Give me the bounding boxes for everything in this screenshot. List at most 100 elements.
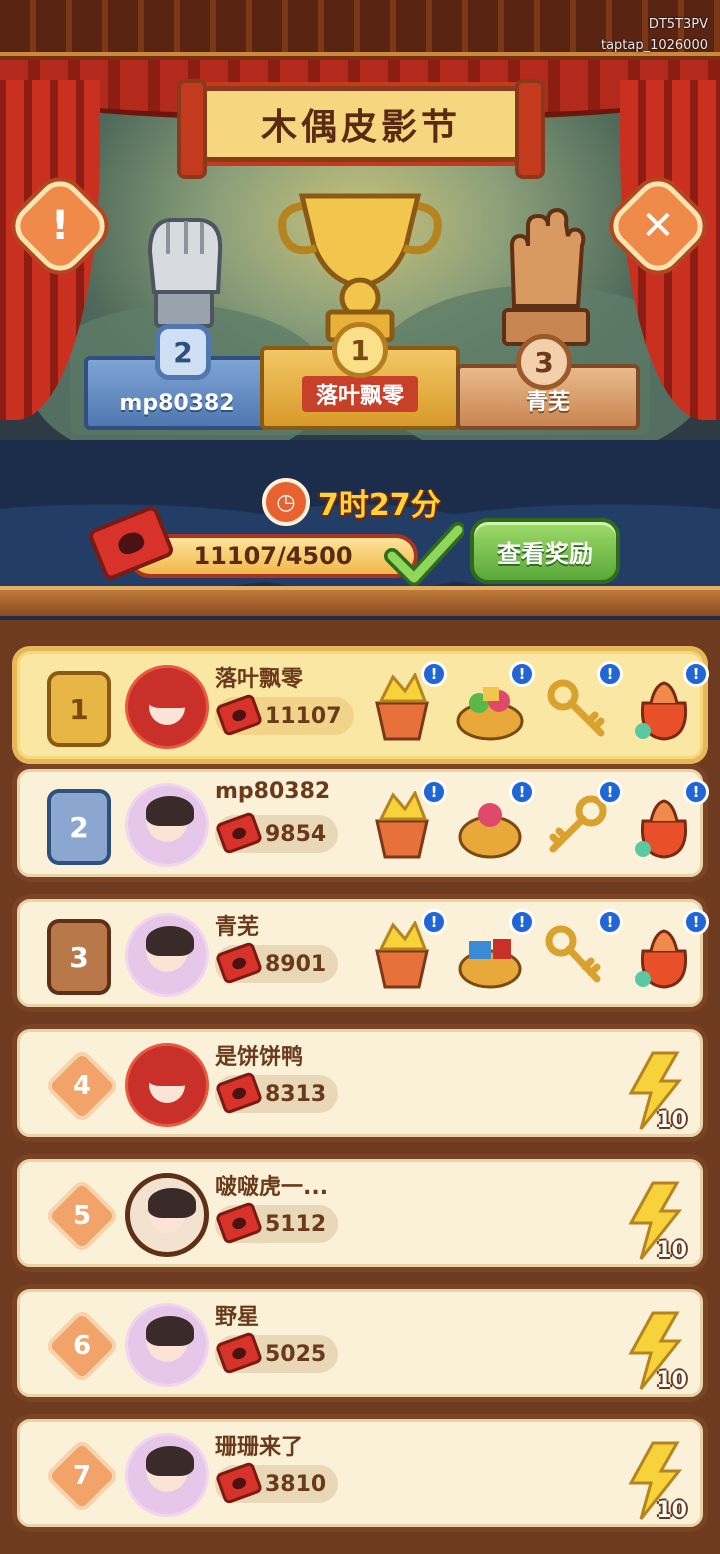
score-value: 5112 [265,1211,327,1237]
player-score: 3810 [214,1461,339,1505]
timer-text: 7时27分 [318,488,441,523]
info-pip-icon: ! [421,909,447,935]
leaderboard-row: 5 啵啵虎一... 5112 10 [12,1154,708,1272]
avatar[interactable] [125,1433,209,1517]
player-name: 珊珊来了 [215,1435,304,1460]
ticket-icon [214,811,264,855]
podium-second-rank: 2 [155,324,211,380]
event-timer: ◷ 7时27分 [262,478,441,526]
score-value: 8313 [265,1081,327,1107]
clock-icon: ◷ [262,478,310,526]
rank-badge: 7 [43,1437,121,1515]
checkmark-icon [384,522,464,586]
rank-badge: 6 [43,1307,121,1385]
podium-first-name: 落叶飘零 [301,376,418,412]
energy-count: 10 [656,1498,687,1523]
avatar[interactable] [125,783,209,867]
info-pip-icon: ! [597,779,623,805]
info-pip-icon: ! [597,661,623,687]
bronze-hand-trophy-icon [502,207,590,346]
info-pip-icon: ! [597,909,623,935]
player-name: 青芜 [215,915,260,940]
leaderboard-list[interactable]: 1 落叶飘零 11107 ! ! ! ! 2 mp80382 9854 ! ! … [0,620,720,1554]
title-banner: 木偶皮影节 [177,79,545,179]
avatar[interactable] [125,665,209,749]
progress-text: 11107/4500 [193,542,353,570]
leaderboard-row: 6 野星 5025 10 [12,1284,708,1402]
reward-key[interactable]: ! [543,661,623,743]
reward-lucky-bag[interactable]: ! [629,909,709,991]
player-name: 啵啵虎一... [215,1175,329,1200]
ticket-icon [214,1201,264,1245]
info-pip-icon: ! [421,779,447,805]
score-value: 9854 [265,821,327,847]
reward-energy-bucket[interactable]: ! [367,779,447,861]
reward-energy-bucket[interactable]: ! [367,661,447,743]
player-name: 野星 [215,1305,260,1330]
score-value: 3810 [265,1471,327,1497]
score-value: 8901 [265,951,327,977]
score-value: 11107 [265,703,342,729]
rank-number: 5 [72,1201,92,1231]
reward-key[interactable]: ! [543,909,623,991]
silver-fist-trophy-icon [147,218,223,328]
rank-badge: 3 [47,919,111,995]
ticket-progress-bar: 11107/4500 [128,534,418,578]
close-icon: ✕ [641,202,675,249]
reward-treasure-bowl[interactable]: ! [455,909,535,991]
energy-count: 10 [656,1238,687,1263]
energy-reward[interactable]: 10 [619,1311,687,1393]
player-score: 11107 [214,693,354,737]
reward-treasure-bowl[interactable]: ! [455,779,535,861]
info-pip-icon: ! [683,909,709,935]
reward-items: ! ! ! ! [357,907,709,1003]
stage-header: DT5T3PV taptap_1026000 木偶皮影节 ! ✕ mp80382… [0,0,720,620]
reward-items: ! ! ! ! [357,777,709,873]
podium-first-rank: 1 [332,322,388,378]
reward-lucky-bag[interactable]: ! [629,779,709,861]
exclamation-icon: ! [50,203,70,249]
reward-lucky-bag[interactable]: ! [629,661,709,743]
score-value: 5025 [265,1341,327,1367]
reward-key[interactable]: ! [543,779,623,861]
watermark: DT5T3PV taptap_1026000 [601,14,708,56]
stage-rail [0,586,720,616]
rank-badge: 4 [43,1047,121,1125]
reward-energy-bucket[interactable]: ! [367,909,447,991]
page-title: 木偶皮影节 [260,107,461,148]
avatar[interactable] [125,913,209,997]
view-rewards-button[interactable]: 查看奖励 [470,518,620,584]
rank-badge: 2 [47,789,111,865]
info-pip-icon: ! [421,661,447,687]
leaderboard-row: 3 青芜 8901 ! ! ! ! [12,894,709,1012]
player-score: 8313 [214,1071,339,1115]
leaderboard-row: 7 珊珊来了 3810 10 [12,1414,708,1532]
leaderboard-row: 2 mp80382 9854 ! ! ! ! [12,764,709,882]
avatar[interactable] [125,1173,209,1257]
info-pip-icon: ! [509,909,535,935]
energy-count: 10 [656,1368,687,1393]
gold-cup-trophy-icon [278,193,442,342]
player-name: mp80382 [215,779,331,804]
info-pip-icon: ! [509,661,535,687]
player-name: 是饼饼鸭 [215,1045,304,1070]
energy-reward[interactable]: 10 [619,1051,687,1133]
energy-reward[interactable]: 10 [619,1441,687,1523]
player-score: 9854 [214,811,339,855]
ticket-icon [214,1071,264,1115]
player-score: 8901 [214,941,339,985]
energy-reward[interactable]: 10 [619,1181,687,1263]
ticket-icon [214,1331,264,1375]
avatar[interactable] [125,1043,209,1127]
energy-count: 10 [656,1108,687,1133]
avatar[interactable] [125,1303,209,1387]
leaderboard-row: 4 是饼饼鸭 8313 10 [12,1024,708,1142]
leaderboard-row: 1 落叶飘零 11107 ! ! ! ! [12,646,709,764]
player-name: 落叶飘零 [215,667,304,692]
rank-number: 6 [72,1331,92,1361]
podium-second-name: mp80382 [119,391,235,416]
ticket-icon [214,693,264,737]
rank-badge: 5 [43,1177,121,1255]
info-pip-icon: ! [683,779,709,805]
reward-treasure-bowl[interactable]: ! [455,661,535,743]
